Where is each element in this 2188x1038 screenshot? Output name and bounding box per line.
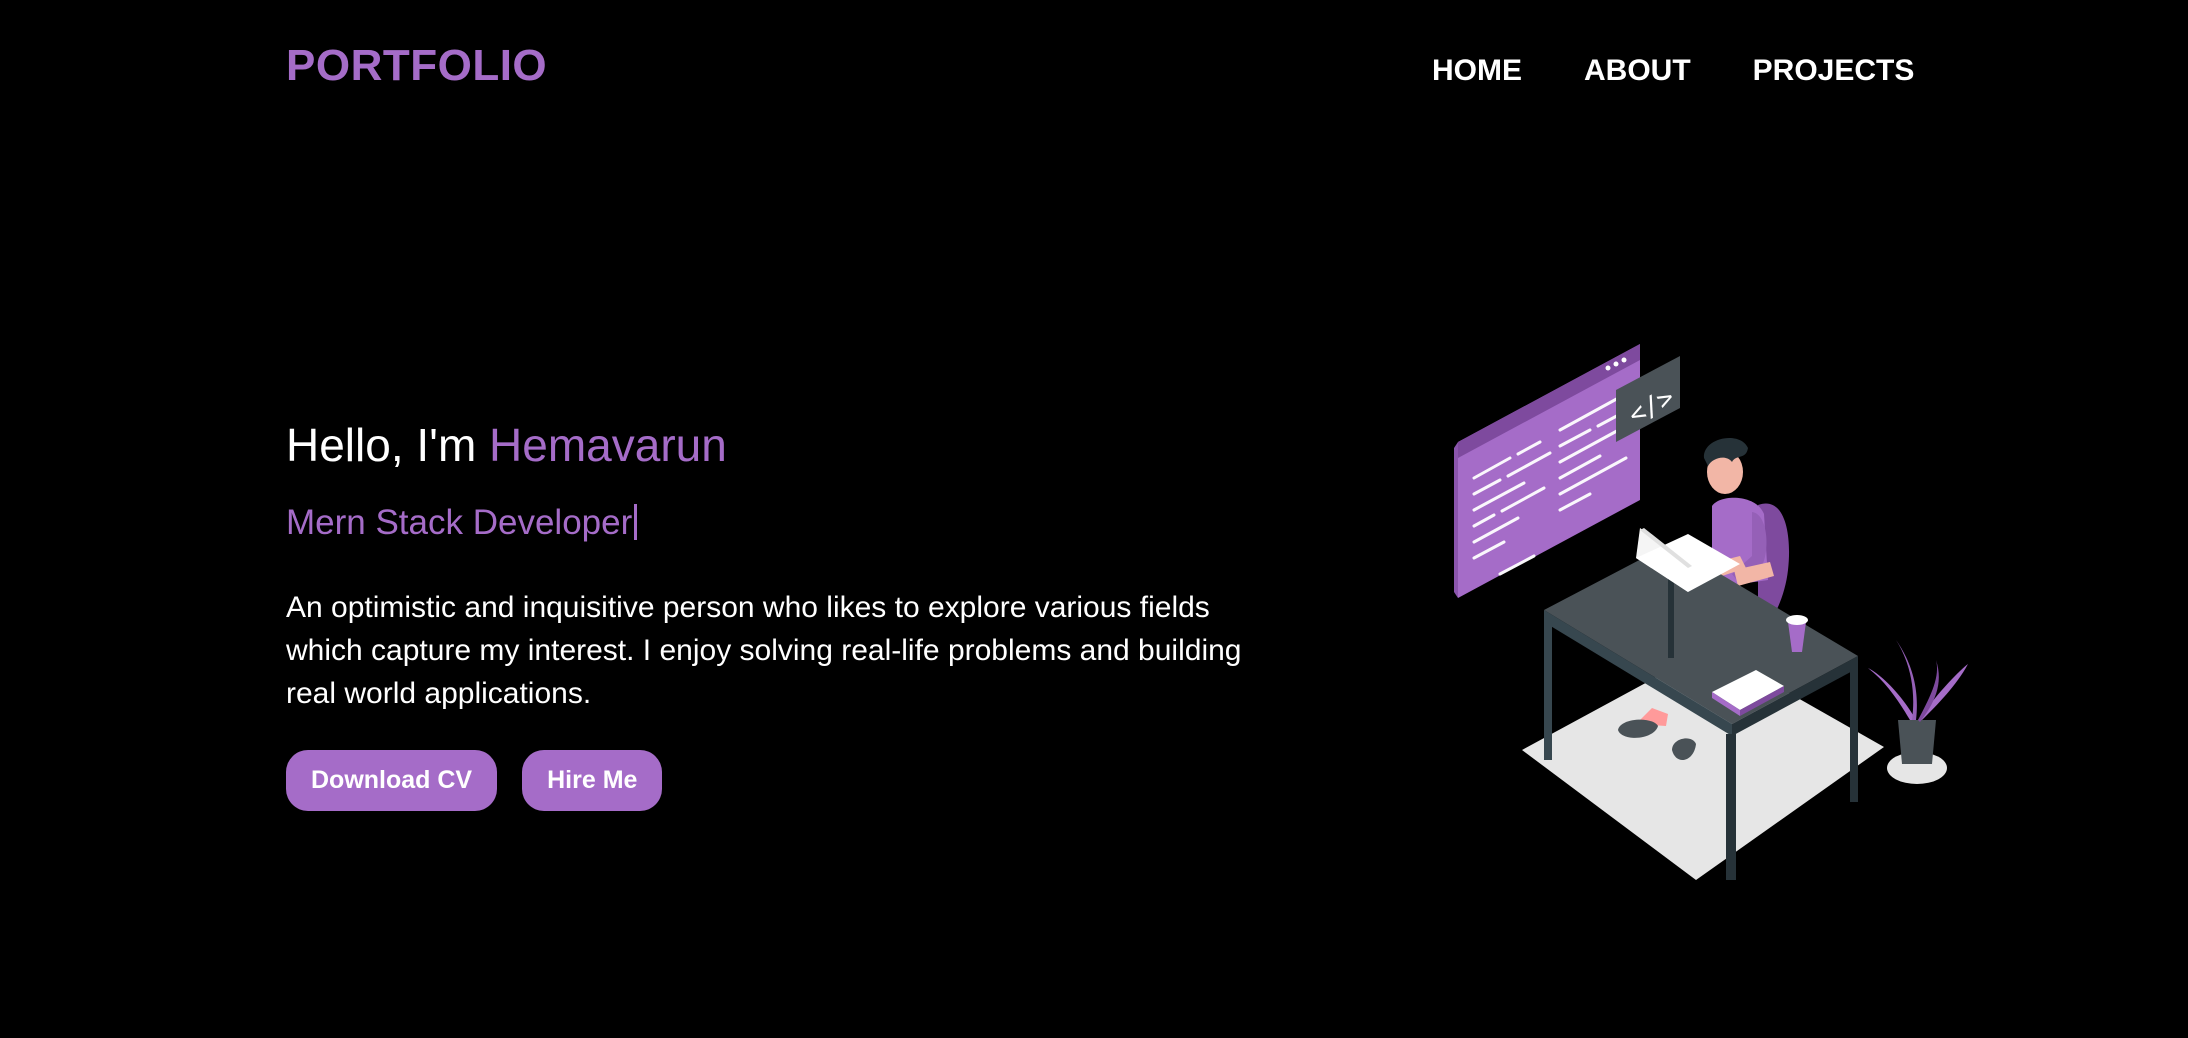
nav-link-about[interactable]: ABOUT	[1584, 56, 1691, 86]
plant	[1868, 640, 1968, 784]
nav-link-projects[interactable]: PROJECTS	[1753, 56, 1915, 86]
hero-description: An optimistic and inquisitive person who…	[286, 591, 1242, 710]
code-window	[1454, 344, 1640, 598]
role-text: Mern Stack Developer	[286, 503, 633, 542]
hire-me-button[interactable]: Hire Me	[522, 750, 663, 811]
main-nav: HOME ABOUT PROJECTS	[1432, 56, 1914, 86]
nav-link-home[interactable]: HOME	[1432, 56, 1522, 86]
typing-caret	[634, 504, 638, 540]
hero-greeting: Hello, I'm Hemavarun	[286, 420, 727, 471]
greeting-prefix: Hello, I'm	[286, 419, 490, 471]
hero-role: Mern Stack Developer	[286, 503, 638, 543]
download-cv-button[interactable]: Download CV	[286, 750, 498, 811]
hero-name: Hemavarun	[489, 419, 727, 471]
hero-actions: Download CV Hire Me	[286, 750, 663, 811]
brand-logo[interactable]: PORTFOLIO	[286, 44, 547, 88]
portfolio-page: PORTFOLIO HOME ABOUT PROJECTS Hello, I'm…	[0, 0, 2188, 1038]
developer-illustration: </>	[1454, 344, 1968, 880]
